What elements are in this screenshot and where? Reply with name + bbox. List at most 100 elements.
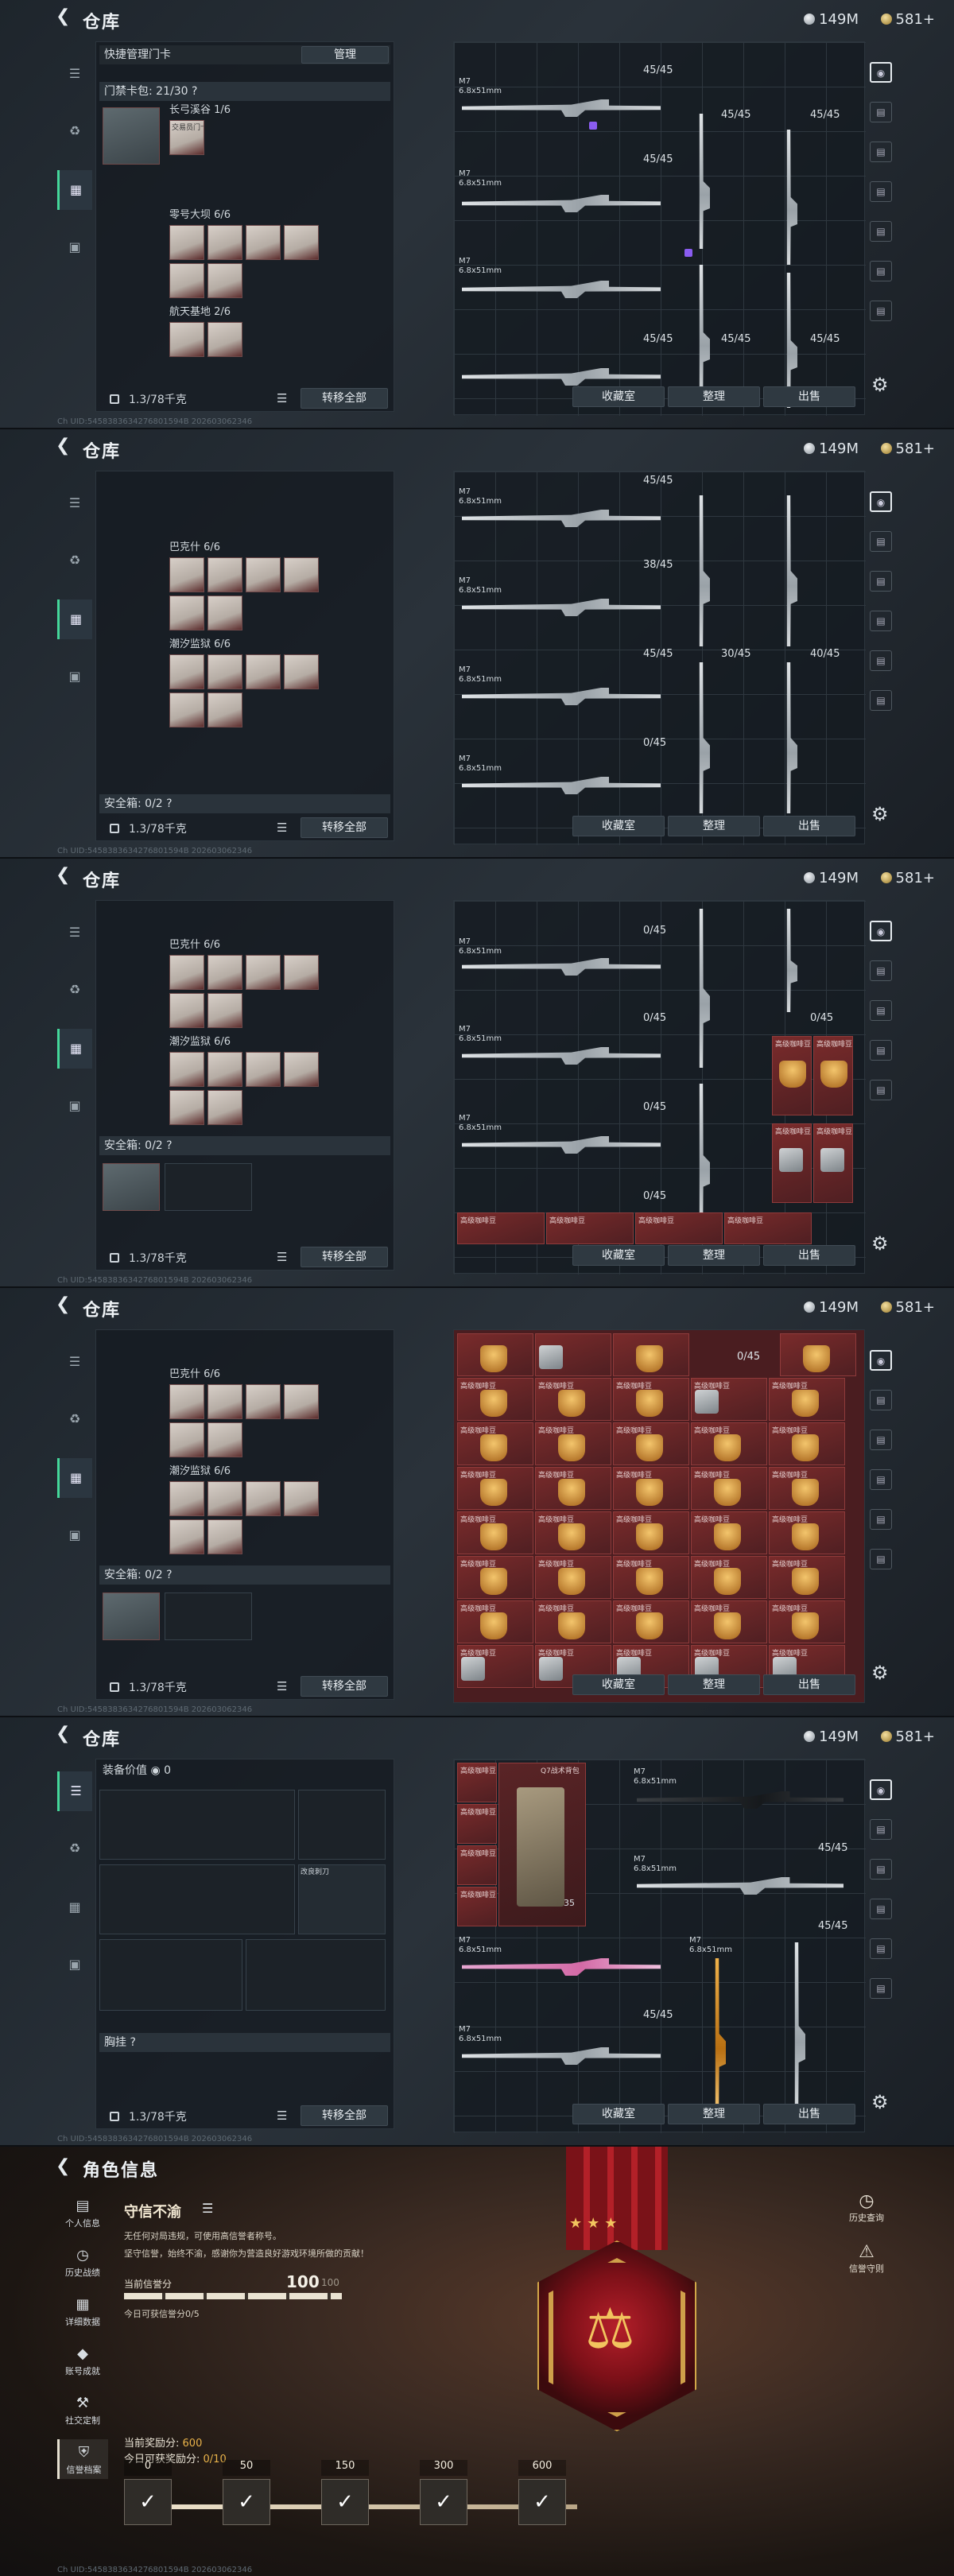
arrange-button[interactable]: 整理: [668, 1245, 760, 1266]
list-icon[interactable]: ☰: [277, 1679, 287, 1693]
back-icon[interactable]: ❮: [56, 437, 73, 455]
keycard-icon[interactable]: ▦: [57, 170, 92, 210]
coffee-item[interactable]: 高级咖啡豆: [457, 1511, 533, 1554]
storage-tab-icon[interactable]: ▤: [870, 221, 892, 242]
storage-tab-icon[interactable]: ▤: [870, 1000, 892, 1021]
keycard-slot[interactable]: [284, 225, 319, 260]
nav-social[interactable]: ⚒ 社交定制: [57, 2390, 108, 2430]
trash-icon[interactable]: ♻: [57, 970, 92, 1010]
storage-icon[interactable]: ◉: [870, 921, 892, 941]
collection-button[interactable]: 收藏室: [572, 1674, 665, 1695]
keycard-icon[interactable]: ▦: [57, 1887, 92, 1927]
storage-tab-icon[interactable]: ▤: [870, 301, 892, 321]
storage-tab-icon[interactable]: ▤: [870, 1899, 892, 1919]
armor-slot[interactable]: [246, 1939, 386, 2011]
coffee-item[interactable]: 高级咖啡豆: [769, 1511, 845, 1554]
keycard-icon[interactable]: ▦: [57, 1458, 92, 1498]
coffee-item[interactable]: [613, 1333, 689, 1376]
storage-tab-icon[interactable]: ▤: [870, 1549, 892, 1569]
bag-icon[interactable]: ▣: [57, 657, 92, 696]
coffee-item[interactable]: 高级咖啡豆: [613, 1422, 689, 1465]
trash-icon[interactable]: ♻: [57, 1829, 92, 1868]
keycard-slot[interactable]: [246, 955, 281, 990]
transfer-all-button[interactable]: 转移全部: [301, 388, 388, 409]
primary-weapon-slot[interactable]: [99, 1790, 295, 1860]
keycard-slot[interactable]: [169, 557, 204, 592]
collection-button[interactable]: 收藏室: [572, 816, 665, 836]
coffee-item[interactable]: 高级咖啡豆: [769, 1422, 845, 1465]
back-icon[interactable]: ❮: [56, 2156, 70, 2176]
keycard-slot[interactable]: [207, 322, 242, 357]
trash-icon[interactable]: ♻: [57, 1399, 92, 1439]
storage-tab-icon[interactable]: ▤: [870, 611, 892, 631]
arrange-button[interactable]: 整理: [668, 386, 760, 407]
keycard-slot[interactable]: [246, 654, 281, 689]
keycard-slot[interactable]: [207, 993, 242, 1028]
sell-button[interactable]: 出售: [763, 386, 855, 407]
keycard-slot[interactable]: [207, 557, 242, 592]
coffee-item[interactable]: 高级咖啡豆: [535, 1467, 611, 1510]
storage-icon[interactable]: ◉: [870, 1350, 892, 1371]
keycard-slot[interactable]: [169, 993, 204, 1028]
coffee-item[interactable]: 高级咖啡豆: [457, 1467, 533, 1510]
keycard-slot[interactable]: [169, 1481, 204, 1516]
storage-tab-icon[interactable]: ▤: [870, 650, 892, 671]
keycard-slot[interactable]: [284, 955, 319, 990]
sell-button[interactable]: 出售: [763, 2104, 855, 2124]
arrange-button[interactable]: 整理: [668, 1674, 760, 1695]
storage-tab-icon[interactable]: ▤: [870, 960, 892, 981]
trash-icon[interactable]: ♻: [57, 111, 92, 151]
coffee-item[interactable]: 高级咖啡豆: [457, 1763, 497, 1802]
keycard-slot[interactable]: [284, 1052, 319, 1087]
trash-icon[interactable]: ♻: [57, 541, 92, 580]
storage-icon[interactable]: ◉: [870, 491, 892, 512]
safebox-empty-slot[interactable]: [165, 1593, 252, 1640]
coffee-item[interactable]: 高级咖啡豆: [691, 1422, 767, 1465]
coffee-item[interactable]: 高级咖啡豆: [613, 1378, 689, 1421]
back-icon[interactable]: ❮: [56, 1725, 73, 1743]
sell-button[interactable]: 出售: [763, 1245, 855, 1266]
keycard-slot[interactable]: [207, 955, 242, 990]
keycard-slot[interactable]: [246, 1052, 281, 1087]
keycard-slot[interactable]: [284, 654, 319, 689]
storage-tab-icon[interactable]: ▤: [870, 1859, 892, 1880]
gear-icon[interactable]: ⚙: [871, 1232, 889, 1255]
keycard-slot[interactable]: [169, 1090, 204, 1125]
pistol-slot[interactable]: [298, 1790, 386, 1860]
storage-tab-icon[interactable]: ▤: [870, 1469, 892, 1490]
nav-details[interactable]: ▦ 详细数据: [57, 2291, 108, 2331]
storage-tab-icon[interactable]: ▤: [870, 1819, 892, 1840]
storage-tab-icon[interactable]: ▤: [870, 1938, 892, 1959]
keycard-slot[interactable]: [207, 1384, 242, 1419]
keycard-slot[interactable]: [246, 225, 281, 260]
keycard-icon[interactable]: ▦: [57, 1029, 92, 1069]
keycard-slot[interactable]: [207, 1481, 242, 1516]
safebox-slot[interactable]: [103, 1593, 160, 1640]
storage-tab-icon[interactable]: ▤: [870, 181, 892, 202]
back-icon[interactable]: ❮: [56, 867, 73, 884]
coffee-item[interactable]: 高级咖啡豆: [613, 1600, 689, 1643]
storage-tab-icon[interactable]: ▤: [870, 690, 892, 711]
storage-tab-icon[interactable]: ▤: [870, 1040, 892, 1061]
safebox-empty-slot[interactable]: [165, 1163, 252, 1211]
coffee-item[interactable]: 高级咖啡豆: [457, 1422, 533, 1465]
collection-button[interactable]: 收藏室: [572, 1245, 665, 1266]
nav-history[interactable]: ◷ 历史战绩: [57, 2242, 108, 2282]
melee-slot[interactable]: 改良刺刀: [298, 1864, 386, 1934]
nav-credit-profile[interactable]: ⛨ 信誉档案: [57, 2439, 108, 2479]
bag-icon[interactable]: ▣: [57, 227, 92, 267]
tier-300[interactable]: 300 ✓: [420, 2460, 467, 2525]
keycard-slot[interactable]: [169, 225, 204, 260]
keycard-slot[interactable]: [169, 263, 204, 298]
coffee-item[interactable]: [457, 1333, 533, 1376]
arrange-button[interactable]: 整理: [668, 816, 760, 836]
keycard-slot[interactable]: [207, 692, 242, 727]
coffee-item[interactable]: [535, 1333, 611, 1376]
keycard-pack-slot[interactable]: [103, 107, 160, 165]
coffee-item[interactable]: 高级咖啡豆: [535, 1511, 611, 1554]
coffee-item[interactable]: 高级咖啡豆: [535, 1600, 611, 1643]
coffee-item[interactable]: 高级咖啡豆: [457, 1378, 533, 1421]
keycard-slot[interactable]: [207, 1052, 242, 1087]
arrange-button[interactable]: 整理: [668, 2104, 760, 2124]
gun-icon[interactable]: ☰: [57, 483, 92, 523]
